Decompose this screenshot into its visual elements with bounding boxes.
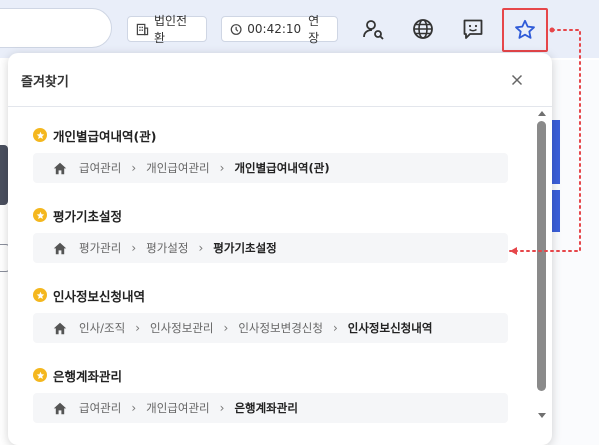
panel-title: 즐겨찾기 — [21, 75, 69, 90]
scroll-thumb[interactable] — [537, 121, 546, 391]
chevron-right-icon: › — [223, 321, 229, 335]
favorite-title-row[interactable]: 평가기초설정 — [33, 205, 533, 225]
top-header: 법인전환 00:42:10 연장 — [0, 0, 599, 58]
chevron-right-icon: › — [198, 241, 204, 255]
breadcrumb[interactable]: 인사/조직 › 인사정보관리 › 인사정보변경신청 › 인사정보신청내역 — [33, 313, 508, 343]
breadcrumb[interactable]: 평가관리 › 평가설정 › 평가기초설정 — [33, 233, 508, 263]
favorite-item[interactable]: 개인별급여내역(관) 급여관리 › 개인급여관리 › 개인별급여내역(관) — [33, 125, 533, 183]
favorite-name: 평가기초설정 — [53, 208, 123, 224]
breadcrumb-segment: 개인별급여내역(관) — [234, 161, 330, 175]
breadcrumb-segment: 급여관리 — [79, 161, 122, 175]
background-page — [548, 60, 599, 445]
scroll-down-arrow[interactable] — [538, 413, 546, 418]
star-badge-icon — [33, 288, 47, 302]
close-icon[interactable] — [507, 70, 527, 90]
chevron-right-icon: › — [131, 161, 137, 175]
search-box[interactable] — [0, 8, 112, 48]
globe-icon[interactable] — [407, 13, 439, 45]
chevron-right-icon: › — [131, 401, 137, 415]
breadcrumb-segment: 인사정보신청내역 — [347, 321, 433, 335]
clock-icon — [230, 23, 242, 35]
breadcrumb-segment: 급여관리 — [79, 401, 122, 415]
breadcrumb[interactable]: 급여관리 › 개인급여관리 › 개인별급여내역(관) — [33, 153, 508, 183]
star-icon — [515, 19, 535, 39]
corp-switch-button[interactable]: 법인전환 — [127, 14, 207, 45]
favorite-title-row[interactable]: 인사정보신청내역 — [33, 285, 533, 305]
breadcrumb-segment: 평가관리 — [79, 241, 122, 255]
breadcrumb-segment: 개인급여관리 — [146, 161, 210, 175]
background-sidebar-block — [0, 145, 8, 205]
panel-header: 즐겨찾기 — [8, 53, 552, 107]
scrollbar[interactable] — [536, 111, 548, 423]
session-timer[interactable]: 00:42:10 연장 — [221, 14, 338, 45]
timer-value: 00:42:10 — [247, 22, 302, 36]
user-search-icon[interactable] — [357, 13, 389, 45]
favorite-name: 인사정보신청내역 — [53, 288, 146, 304]
favorites-panel: 즐겨찾기 개인별급여내역(관) 급여관리 › 개인급여관리 › 개인별급여내역(관) 평가기… — [8, 53, 552, 445]
home-icon — [53, 242, 67, 255]
chevron-right-icon: › — [332, 321, 338, 335]
home-icon — [53, 162, 67, 175]
home-icon — [53, 322, 67, 335]
favorite-title-row[interactable]: 은행계좌관리 — [33, 365, 533, 385]
corp-switch-label: 법인전환 — [153, 14, 188, 45]
star-badge-icon — [33, 128, 47, 142]
home-icon — [53, 402, 67, 415]
favorite-item[interactable]: 인사정보신청내역 인사/조직 › 인사정보관리 › 인사정보변경신청 › 인사정보신청내역 — [33, 285, 533, 343]
breadcrumb-segment: 평가기초설정 — [213, 241, 277, 255]
favorite-item[interactable]: 은행계좌관리 급여관리 › 개인급여관리 › 은행계좌관리 — [33, 365, 533, 423]
favorite-title-row[interactable]: 개인별급여내역(관) — [33, 125, 533, 145]
favorite-item[interactable]: 평가기초설정 평가관리 › 평가설정 › 평가기초설정 — [33, 205, 533, 263]
extend-button[interactable]: 연장 — [308, 12, 329, 46]
breadcrumb[interactable]: 급여관리 › 개인급여관리 › 은행계좌관리 — [33, 393, 508, 423]
scroll-up-arrow[interactable] — [538, 111, 546, 116]
star-badge-icon — [33, 208, 47, 222]
breadcrumb-segment: 인사/조직 — [79, 321, 126, 335]
chevron-right-icon: › — [219, 401, 225, 415]
star-badge-icon — [33, 368, 47, 382]
breadcrumb-segment: 평가설정 — [146, 241, 189, 255]
favorite-name: 개인별급여내역(관) — [53, 128, 157, 144]
favorite-name: 은행계좌관리 — [53, 368, 123, 384]
breadcrumb-segment: 개인급여관리 — [146, 401, 210, 415]
building-icon — [136, 23, 149, 35]
favorites-toggle-button[interactable] — [502, 8, 548, 52]
breadcrumb-segment: 인사정보변경신청 — [238, 321, 323, 335]
chevron-right-icon: › — [219, 161, 225, 175]
breadcrumb-segment: 인사정보관리 — [150, 321, 214, 335]
chevron-right-icon: › — [131, 241, 137, 255]
breadcrumb-segment: 은행계좌관리 — [234, 401, 298, 415]
favorites-list: 개인별급여내역(관) 급여관리 › 개인급여관리 › 개인별급여내역(관) 평가기초설정 평가… — [8, 108, 552, 445]
chevron-right-icon: › — [135, 321, 141, 335]
chat-icon[interactable] — [457, 13, 489, 45]
